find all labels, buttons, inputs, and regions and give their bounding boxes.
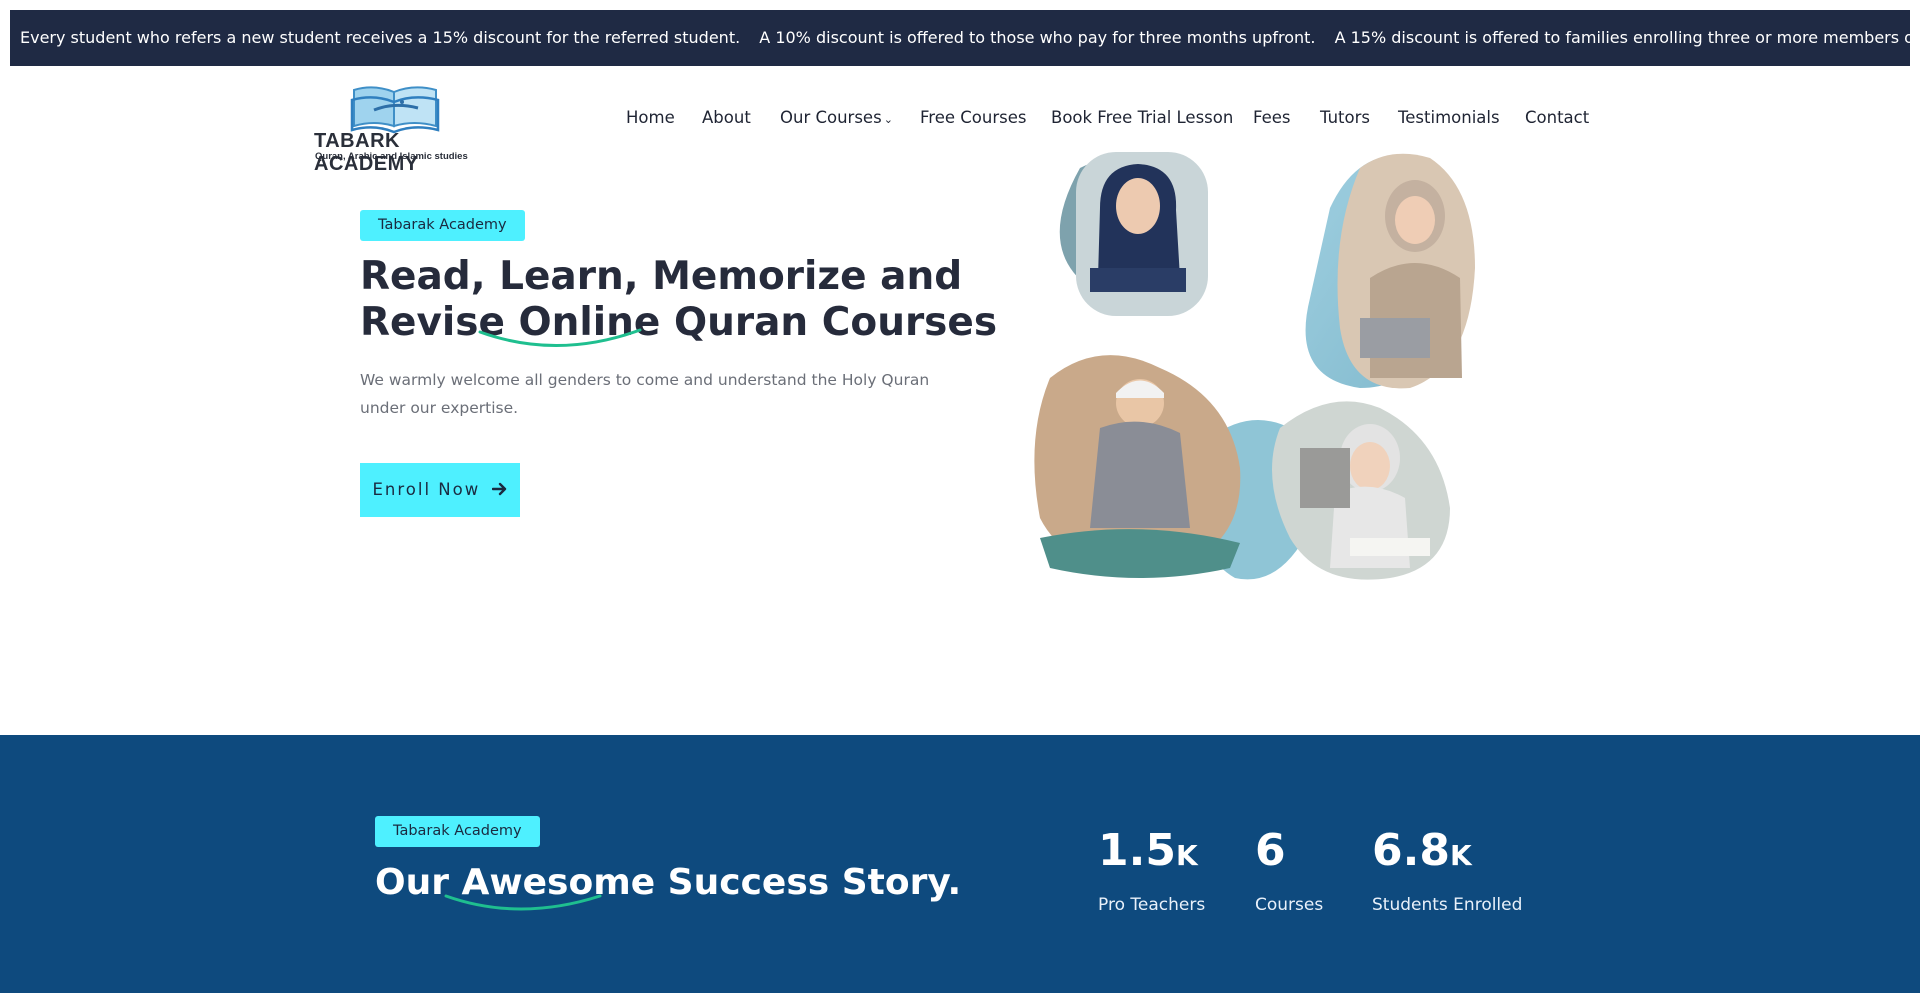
nav-book-free-trial[interactable]: Book Free Trial Lesson xyxy=(1051,108,1233,127)
enroll-now-button[interactable]: Enroll Now xyxy=(360,463,520,517)
announcement-item: A 15% discount is offered to families en… xyxy=(1334,28,1910,47)
announcement-bar: Every student who refers a new student r… xyxy=(10,10,1910,66)
stat-pro-teachers: 1.5K Pro Teachers xyxy=(1098,825,1206,916)
nav-contact[interactable]: Contact xyxy=(1525,108,1589,127)
brand-tagline: Quran, Arabic and Islamic studies xyxy=(315,151,468,162)
stat-label: Pro Teachers xyxy=(1098,895,1206,915)
nav-our-courses-label: Our Courses xyxy=(780,108,882,127)
nav-fees[interactable]: Fees xyxy=(1253,108,1291,127)
main-nav: Home About Our Courses ⌄ Free Courses Boo… xyxy=(0,108,1920,134)
hero-description: We warmly welcome all genders to come an… xyxy=(360,371,930,417)
success-underline-swoosh xyxy=(444,894,602,911)
success-badge: Tabarak Academy xyxy=(375,816,540,847)
hero-title-line2: Revise Online Quran Courses xyxy=(360,300,998,345)
enroll-now-label: Enroll Now xyxy=(372,480,481,499)
hero-badge: Tabarak Academy xyxy=(360,210,525,241)
stat-value: 6 xyxy=(1255,825,1286,876)
announcement-item: Every student who refers a new student r… xyxy=(20,28,741,47)
collage-graphic xyxy=(1034,152,1475,580)
student-photo-4 xyxy=(1272,401,1450,580)
nav-free-courses[interactable]: Free Courses xyxy=(920,108,1026,127)
nav-about[interactable]: About xyxy=(702,108,751,127)
nav-home[interactable]: Home xyxy=(626,108,675,127)
chevron-down-icon: ⌄ xyxy=(883,113,893,126)
nav-our-courses[interactable]: Our Courses ⌄ xyxy=(780,108,893,127)
student-photo-1 xyxy=(1059,152,1208,316)
underline-swoosh xyxy=(478,328,642,347)
hero-title: Read, Learn, Memorize and Revise Online … xyxy=(360,254,997,346)
arrow-right-icon xyxy=(491,482,506,496)
hero-title-line1: Read, Learn, Memorize and xyxy=(360,254,963,299)
stat-value: 6.8K xyxy=(1372,825,1472,876)
stat-courses: 6 Courses xyxy=(1255,825,1324,916)
announcement-track: Every student who refers a new student r… xyxy=(20,10,1910,66)
stat-value: 1.5K xyxy=(1098,825,1198,876)
stat-students-enrolled: 6.8K Students Enrolled xyxy=(1372,825,1523,916)
nav-testimonials[interactable]: Testimonials xyxy=(1398,108,1500,127)
hero-photo-collage xyxy=(1030,148,1510,588)
student-photo-2 xyxy=(1305,153,1475,389)
stat-label: Courses xyxy=(1255,895,1324,915)
announcement-item: A 10% discount is offered to those who p… xyxy=(759,28,1316,47)
student-photo-3 xyxy=(1034,355,1241,578)
stat-label: Students Enrolled xyxy=(1372,895,1523,915)
nav-tutors[interactable]: Tutors xyxy=(1320,108,1370,127)
